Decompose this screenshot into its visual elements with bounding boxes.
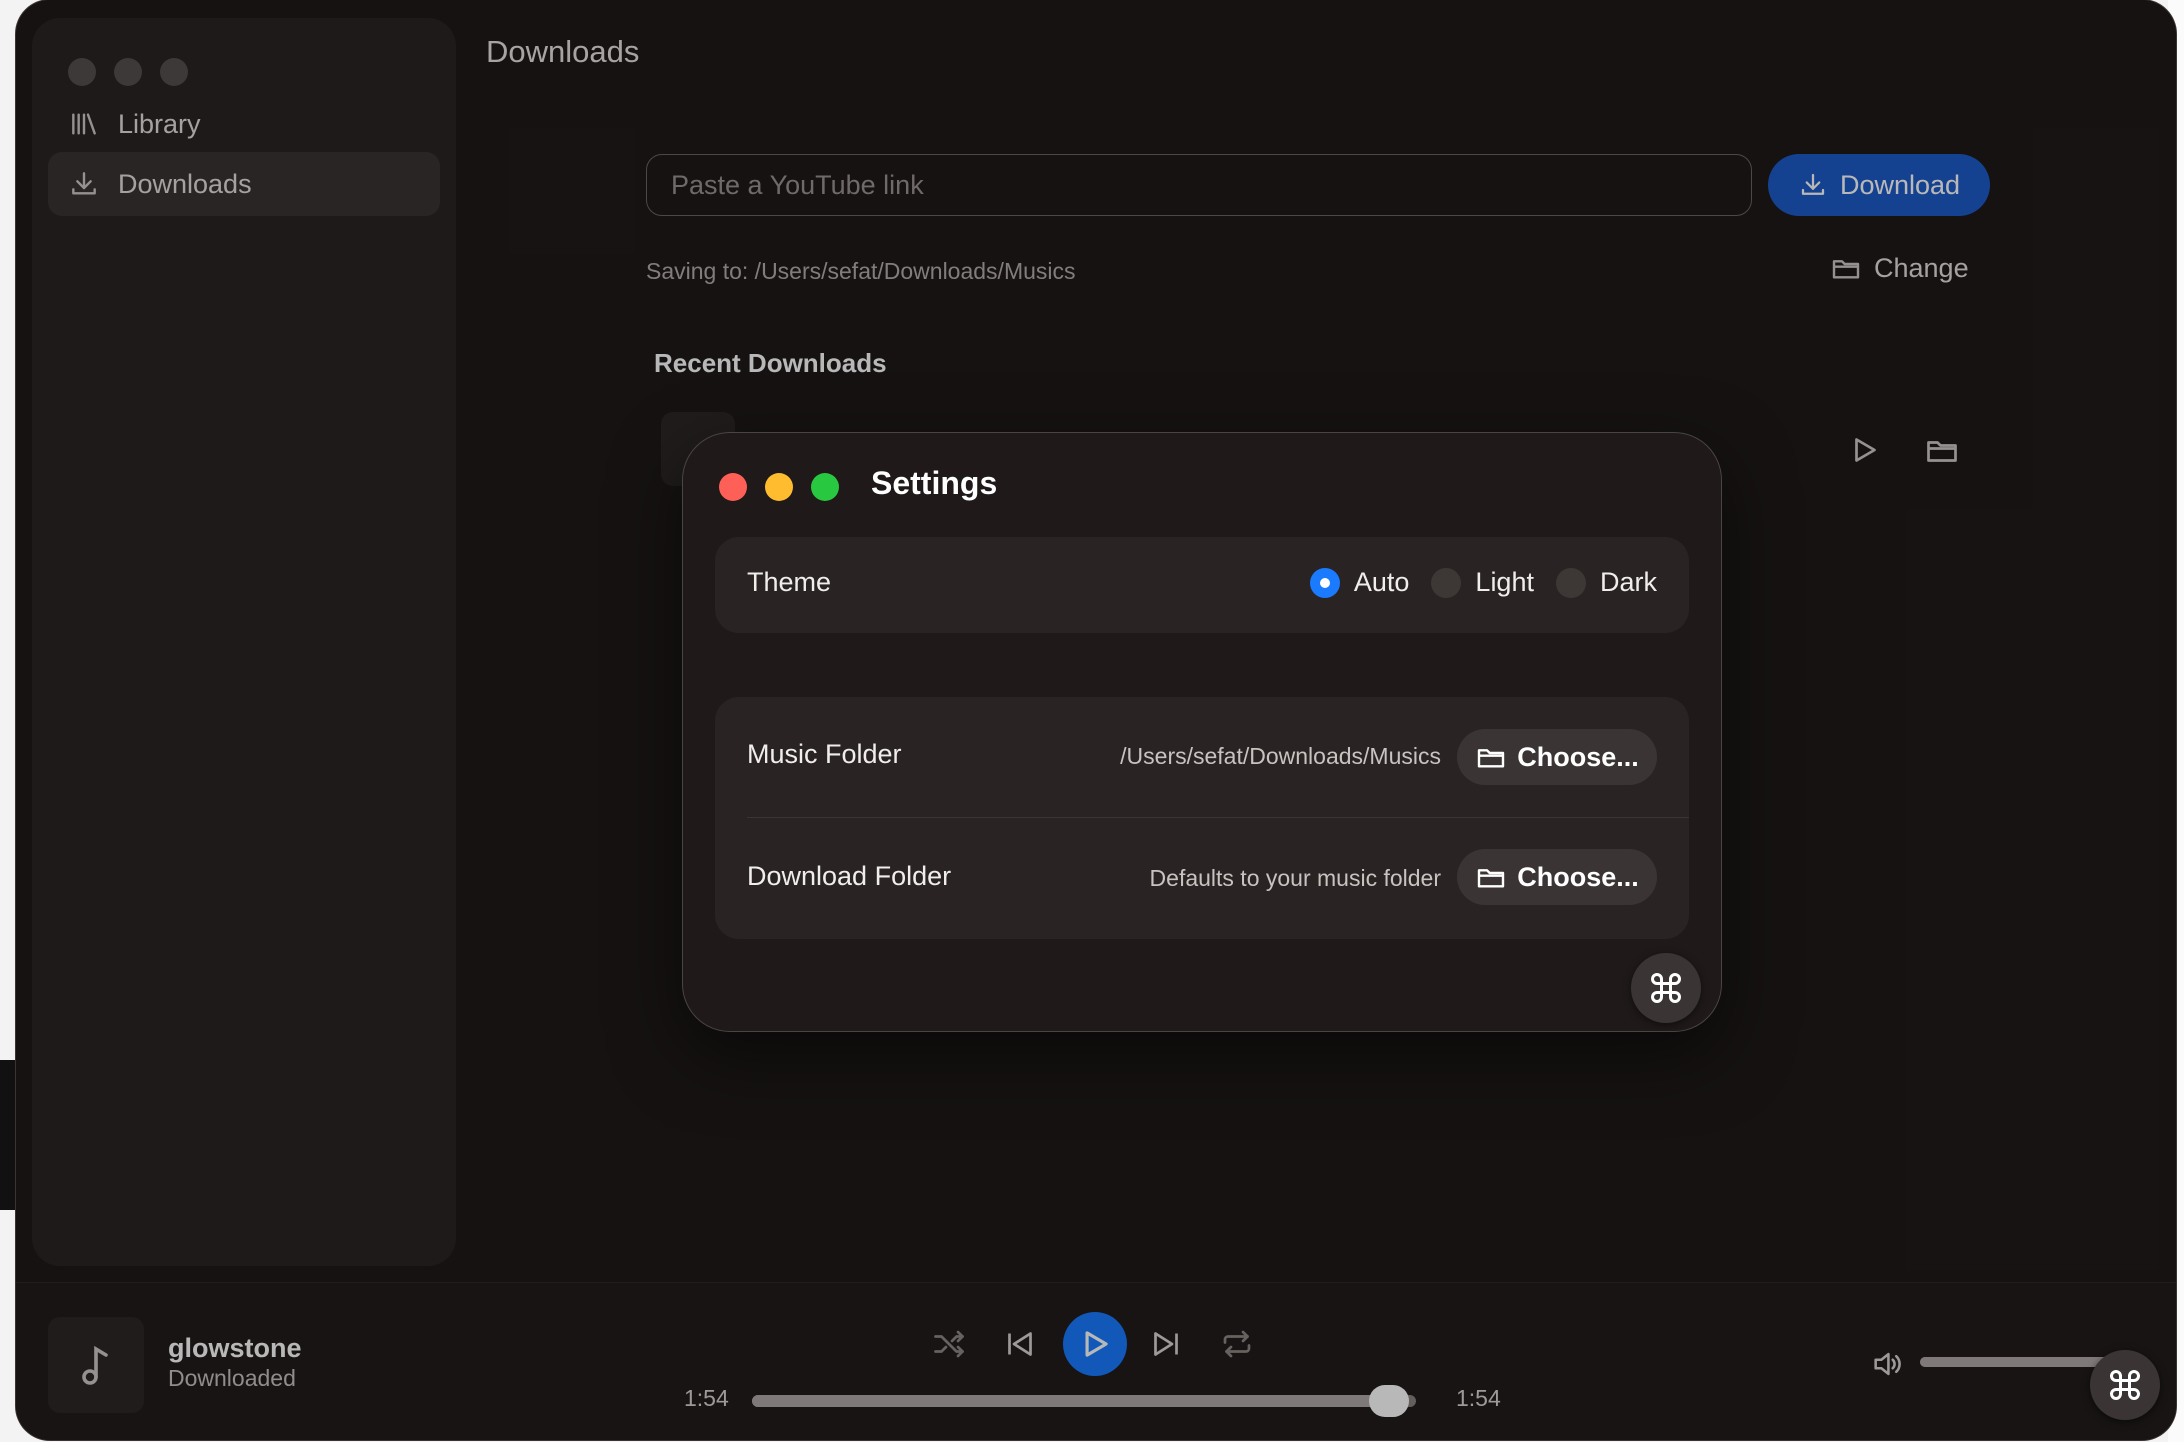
sidebar-item-downloads[interactable]: Downloads — [48, 152, 440, 216]
music-folder-choose-button[interactable]: Choose... — [1457, 729, 1657, 785]
previous-icon — [1008, 1332, 1032, 1356]
settings-title: Settings — [871, 465, 998, 501]
window-controls — [68, 58, 188, 86]
close-button[interactable] — [68, 58, 96, 86]
download-folder-hint: Defaults to your music folder — [1149, 865, 1441, 891]
theme-option-auto[interactable]: Auto — [1309, 567, 1410, 598]
sidebar-item-label: Library — [118, 108, 201, 139]
page-title: Downloads — [486, 34, 640, 69]
theme-label: Theme — [747, 567, 832, 597]
settings-dialog: Settings Theme Auto Light Dark Music Fol… — [682, 432, 1722, 1032]
download-icon — [72, 172, 96, 195]
sidebar-item-library[interactable]: Library — [48, 92, 440, 156]
repeat-icon — [1223, 1330, 1251, 1358]
folder-icon — [1832, 260, 1860, 279]
album-art — [48, 1317, 144, 1413]
progress-slider[interactable] — [752, 1385, 1416, 1417]
theme-option-dark[interactable]: Dark — [1555, 567, 1657, 598]
shuffle-button[interactable] — [931, 1326, 967, 1362]
repeat-button[interactable] — [1219, 1326, 1255, 1362]
settings-close-button[interactable] — [719, 473, 747, 501]
play-icon — [1085, 1331, 1108, 1357]
player-bar: glowstone Downloaded 1:54 1:54 — [16, 1282, 2176, 1440]
music-folder-label: Music Folder — [747, 739, 902, 769]
radio-label: Light — [1475, 567, 1534, 597]
divider — [747, 817, 1689, 818]
radio-button[interactable] — [1555, 567, 1586, 598]
command-icon — [2110, 1370, 2140, 1400]
folder-icon — [1478, 869, 1505, 888]
settings-minimize-button[interactable] — [765, 473, 793, 501]
track-status: Downloaded — [168, 1365, 296, 1391]
command-button[interactable] — [2090, 1350, 2160, 1420]
download-button[interactable]: Download — [1768, 154, 1990, 216]
theme-card: Theme Auto Light Dark — [715, 537, 1689, 633]
radio-label: Dark — [1599, 567, 1657, 597]
change-folder-button[interactable]: Change — [1830, 252, 1969, 284]
command-icon — [1651, 973, 1681, 1003]
zoom-button[interactable] — [160, 58, 188, 86]
saving-path: Saving to: /Users/sefat/Downloads/Musics — [646, 258, 1076, 284]
track-title: glowstone — [168, 1333, 302, 1363]
volume-icon[interactable] — [1870, 1347, 1904, 1381]
folder-icon[interactable] — [1924, 432, 1960, 468]
next-button[interactable] — [1148, 1326, 1184, 1362]
progress-knob[interactable] — [1369, 1385, 1410, 1417]
minimize-button[interactable] — [114, 58, 142, 86]
previous-button[interactable] — [1002, 1326, 1038, 1362]
recent-downloads-title: Recent Downloads — [654, 348, 887, 378]
radio-button[interactable] — [1431, 567, 1462, 598]
folder-icon — [1478, 749, 1505, 768]
folders-card: Music Folder /Users/sefat/Downloads/Musi… — [715, 697, 1689, 939]
settings-window-controls — [719, 473, 839, 501]
music-folder-path: /Users/sefat/Downloads/Musics — [1120, 743, 1441, 769]
music-note-icon — [82, 1345, 108, 1385]
radio-label: Auto — [1353, 567, 1410, 597]
choose-label: Choose... — [1517, 861, 1639, 892]
download-folder-label: Download Folder — [747, 861, 952, 891]
download-icon — [1801, 173, 1825, 195]
play-icon[interactable] — [1846, 432, 1882, 468]
progress-fill — [752, 1395, 1390, 1407]
total-duration: 1:54 — [1456, 1385, 1501, 1411]
choose-label: Choose... — [1517, 741, 1639, 772]
download-button-label: Download — [1839, 169, 1961, 200]
elapsed-time: 1:54 — [684, 1385, 729, 1411]
change-label: Change — [1874, 252, 1969, 283]
play-button[interactable] — [1063, 1312, 1127, 1376]
youtube-link-input[interactable] — [646, 154, 1752, 216]
download-folder-choose-button[interactable]: Choose... — [1457, 849, 1657, 905]
radio-button[interactable] — [1309, 567, 1340, 598]
library-icon — [72, 113, 96, 135]
next-icon — [1154, 1332, 1178, 1356]
command-button[interactable] — [1631, 953, 1701, 1023]
theme-option-light[interactable]: Light — [1431, 567, 1534, 598]
shuffle-icon — [934, 1330, 964, 1358]
sidebar-item-label: Downloads — [118, 168, 252, 199]
theme-radio-group: Auto Light Dark — [1309, 567, 1657, 598]
sidebar: Library Downloads — [32, 18, 456, 1266]
settings-zoom-button[interactable] — [811, 473, 839, 501]
